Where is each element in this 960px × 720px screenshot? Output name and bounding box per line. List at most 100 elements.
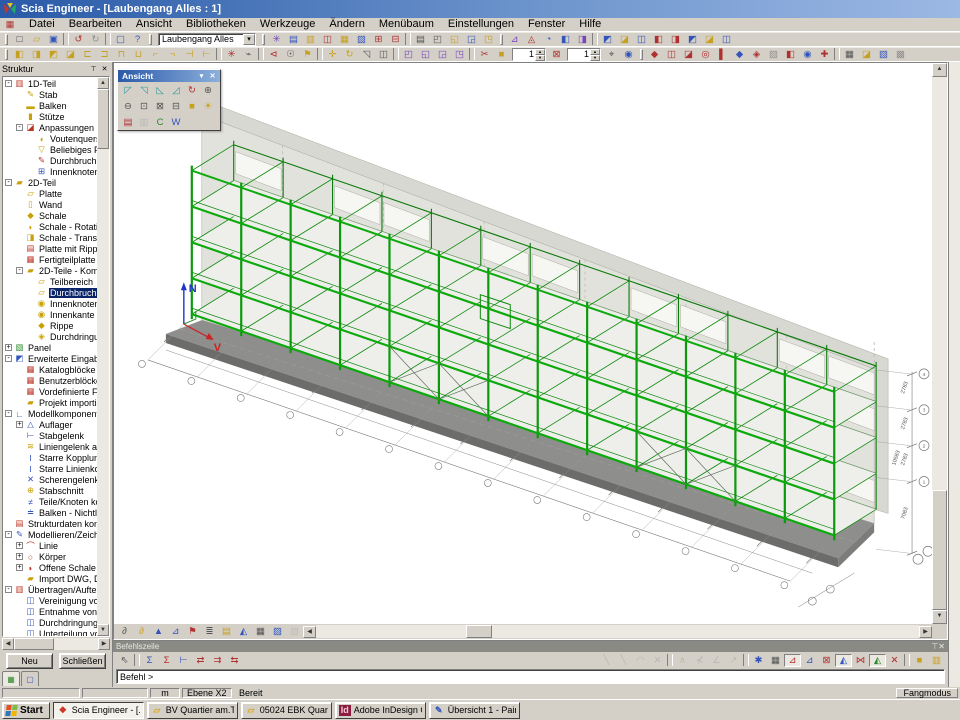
copy-node-icon[interactable]: ◧ — [11, 48, 28, 61]
frame4-icon[interactable]: ◧ — [650, 33, 667, 46]
close-icon[interactable]: ✕ — [99, 64, 110, 74]
tree-vertical-scrollbar[interactable]: ▲ ▼ — [97, 77, 109, 636]
gallery-icon[interactable]: ◱ — [446, 33, 463, 46]
zoom-window-icon[interactable]: ⊡ — [136, 99, 152, 113]
snap-near-icon[interactable]: ⋈ — [852, 654, 869, 667]
tree-item[interactable]: ⊕ Stabschnitt — [3, 485, 97, 496]
fangmodus-cell[interactable]: Fangmodus — [896, 688, 958, 698]
tree-item[interactable]: ▤ Platte mit Rippen — [3, 243, 97, 254]
zoom-in-icon[interactable]: ⊕ — [200, 83, 216, 97]
filter-sel-icon[interactable]: ◉ — [799, 48, 816, 61]
toolbar-grip[interactable] — [5, 49, 8, 60]
arc-icon[interactable]: ◠ — [632, 654, 649, 667]
grid-view-icon[interactable]: ◧ — [557, 33, 574, 46]
tangent-entry-icon[interactable]: ⊀ — [691, 654, 708, 667]
render-icon[interactable]: ▦ — [841, 48, 858, 61]
folder2-icon[interactable]: ■ — [493, 48, 510, 61]
paste1-icon[interactable]: ◰ — [400, 48, 417, 61]
light-icon[interactable]: ☀ — [200, 99, 216, 113]
tree-item[interactable]: ▯ Wand — [3, 199, 97, 210]
filter-node-icon[interactable]: ◆ — [646, 48, 663, 61]
copy-multi-icon[interactable]: ◫ — [375, 48, 392, 61]
layer-spinner[interactable]: 1 ▲▼ — [567, 48, 601, 61]
clipboard-icon[interactable]: ▦ — [336, 33, 353, 46]
graph-icon[interactable]: ⊿ — [167, 625, 184, 638]
view-front-icon[interactable]: ◹ — [136, 83, 152, 97]
snap-mid-icon[interactable]: ⊿ — [801, 654, 818, 667]
tree-item[interactable]: + △ Auflager — [3, 419, 97, 430]
pin-icon[interactable]: ⊤ — [88, 64, 99, 74]
neu-button[interactable]: Neu — [6, 653, 53, 669]
snap-icon[interactable] — [667, 654, 673, 666]
tree-expander[interactable]: + — [16, 564, 23, 571]
paste2-icon[interactable]: ◱ — [417, 48, 434, 61]
move-icon[interactable]: ✛ — [324, 48, 341, 61]
flag-icon[interactable]: ⚑ — [299, 48, 316, 61]
tree-item[interactable]: ▱ Teilbereich — [3, 276, 97, 287]
scroll-right-icon[interactable]: ▶ — [919, 626, 932, 638]
printer-icon[interactable]: ▤ — [412, 33, 429, 46]
calculator-icon[interactable]: ◲ — [463, 33, 480, 46]
chevron-down-icon[interactable]: ▾ — [243, 34, 255, 45]
spin-down-icon[interactable]: ▼ — [590, 55, 600, 61]
snap-ortho-icon[interactable]: ◭ — [869, 654, 886, 667]
tree-item[interactable]: ◖ Voutenquersc — [3, 133, 97, 144]
extend-icon[interactable]: ⊓ — [113, 48, 130, 61]
snap-settings-icon[interactable]: ■ — [911, 654, 928, 667]
break-icon[interactable]: ⊔ — [130, 48, 147, 61]
menu-item[interactable]: Fenster — [521, 18, 572, 31]
taskbar-task[interactable]: ▱ 05024 EBK Quarti... — [241, 702, 332, 719]
tree-expander[interactable]: + — [16, 421, 23, 428]
scroll-right-icon[interactable]: ▶ — [98, 638, 110, 650]
tree-item[interactable]: ▦ Benutzerblöcke — [3, 375, 97, 386]
wallpaper-icon[interactable]: W — [168, 115, 184, 129]
toolbar-grip[interactable] — [262, 34, 265, 45]
paste4-icon[interactable]: ◳ — [451, 48, 468, 61]
view-dir-icon[interactable]: ▲ — [150, 625, 167, 638]
menu-item[interactable]: Ändern — [322, 18, 371, 31]
project-icon[interactable]: ✳ — [268, 33, 285, 46]
tree-item[interactable]: ✎ Stab — [3, 89, 97, 100]
toolbar-icon[interactable] — [63, 33, 69, 45]
scale-spinner[interactable]: 1 ▲▼ — [512, 48, 546, 61]
tree-item[interactable]: + ◗ Offene Schale — [3, 562, 97, 573]
taskbar-task[interactable]: Id Adobe InDesign C... — [335, 702, 426, 719]
tree-item[interactable]: ◈ Durchdringung — [3, 331, 97, 342]
notes-icon[interactable]: ◳ — [480, 33, 497, 46]
tree-item[interactable]: ◉ Innenkante — [3, 309, 97, 320]
tree-item[interactable]: ⊢ Stabgelenk — [3, 430, 97, 441]
extend-line-icon[interactable]: ⇄ — [192, 654, 209, 667]
mirror-bay-icon[interactable]: ◪ — [62, 48, 79, 61]
dup-icon[interactable]: ◩ — [45, 48, 62, 61]
redo-icon[interactable]: ↻ — [87, 33, 104, 46]
menu-item[interactable]: Ansicht — [129, 18, 179, 31]
zoom-out-icon[interactable]: ⊖ — [120, 99, 136, 113]
tree-item[interactable]: I Starre Linienkopp — [3, 463, 97, 474]
hidden-line-icon[interactable]: ▩ — [892, 48, 909, 61]
tree-item[interactable]: ◆ Rippe — [3, 320, 97, 331]
snap-int-icon[interactable]: ✕ — [886, 654, 903, 667]
tree-item[interactable]: ◗ Schale - Rotation — [3, 221, 97, 232]
units-icon[interactable]: ⊿ — [506, 33, 523, 46]
filter-text-icon[interactable]: ◆ — [731, 48, 748, 61]
layer-cell[interactable]: Ebene X2 — [182, 688, 232, 698]
tree-item[interactable]: - ▰ 2D-Teil — [3, 177, 97, 188]
tree-item[interactable]: + ▧ Panel — [3, 342, 97, 353]
tree-item[interactable]: + ⌒ Linie — [3, 540, 97, 551]
rotate-view-icon[interactable]: ↻ — [184, 83, 200, 97]
frame7-icon[interactable]: ◪ — [701, 33, 718, 46]
preview-icon[interactable]: ◰ — [429, 33, 446, 46]
tree-item[interactable]: - ▰ 2D-Teile - Kompo — [3, 265, 97, 276]
libraries-icon[interactable]: ▤ — [285, 33, 302, 46]
menu-item[interactable]: Hilfe — [572, 18, 608, 31]
plan-icon[interactable]: ◨ — [574, 33, 591, 46]
canvas-horizontal-scrollbar[interactable] — [316, 625, 919, 638]
snap-icon[interactable] — [743, 654, 749, 666]
tree-item[interactable]: ⊞ Innenknoten — [3, 166, 97, 177]
tree-item[interactable]: ▦ Fertigteilplatte — [3, 254, 97, 265]
mountain-icon[interactable]: ◭ — [235, 625, 252, 638]
project-combobox[interactable]: Laubengang Alles ▾ — [158, 33, 256, 46]
flag2-icon[interactable]: ⚑ — [184, 625, 201, 638]
tree-item[interactable]: ▬ Balken — [3, 100, 97, 111]
pointer-icon[interactable]: ⇖ — [116, 654, 133, 667]
